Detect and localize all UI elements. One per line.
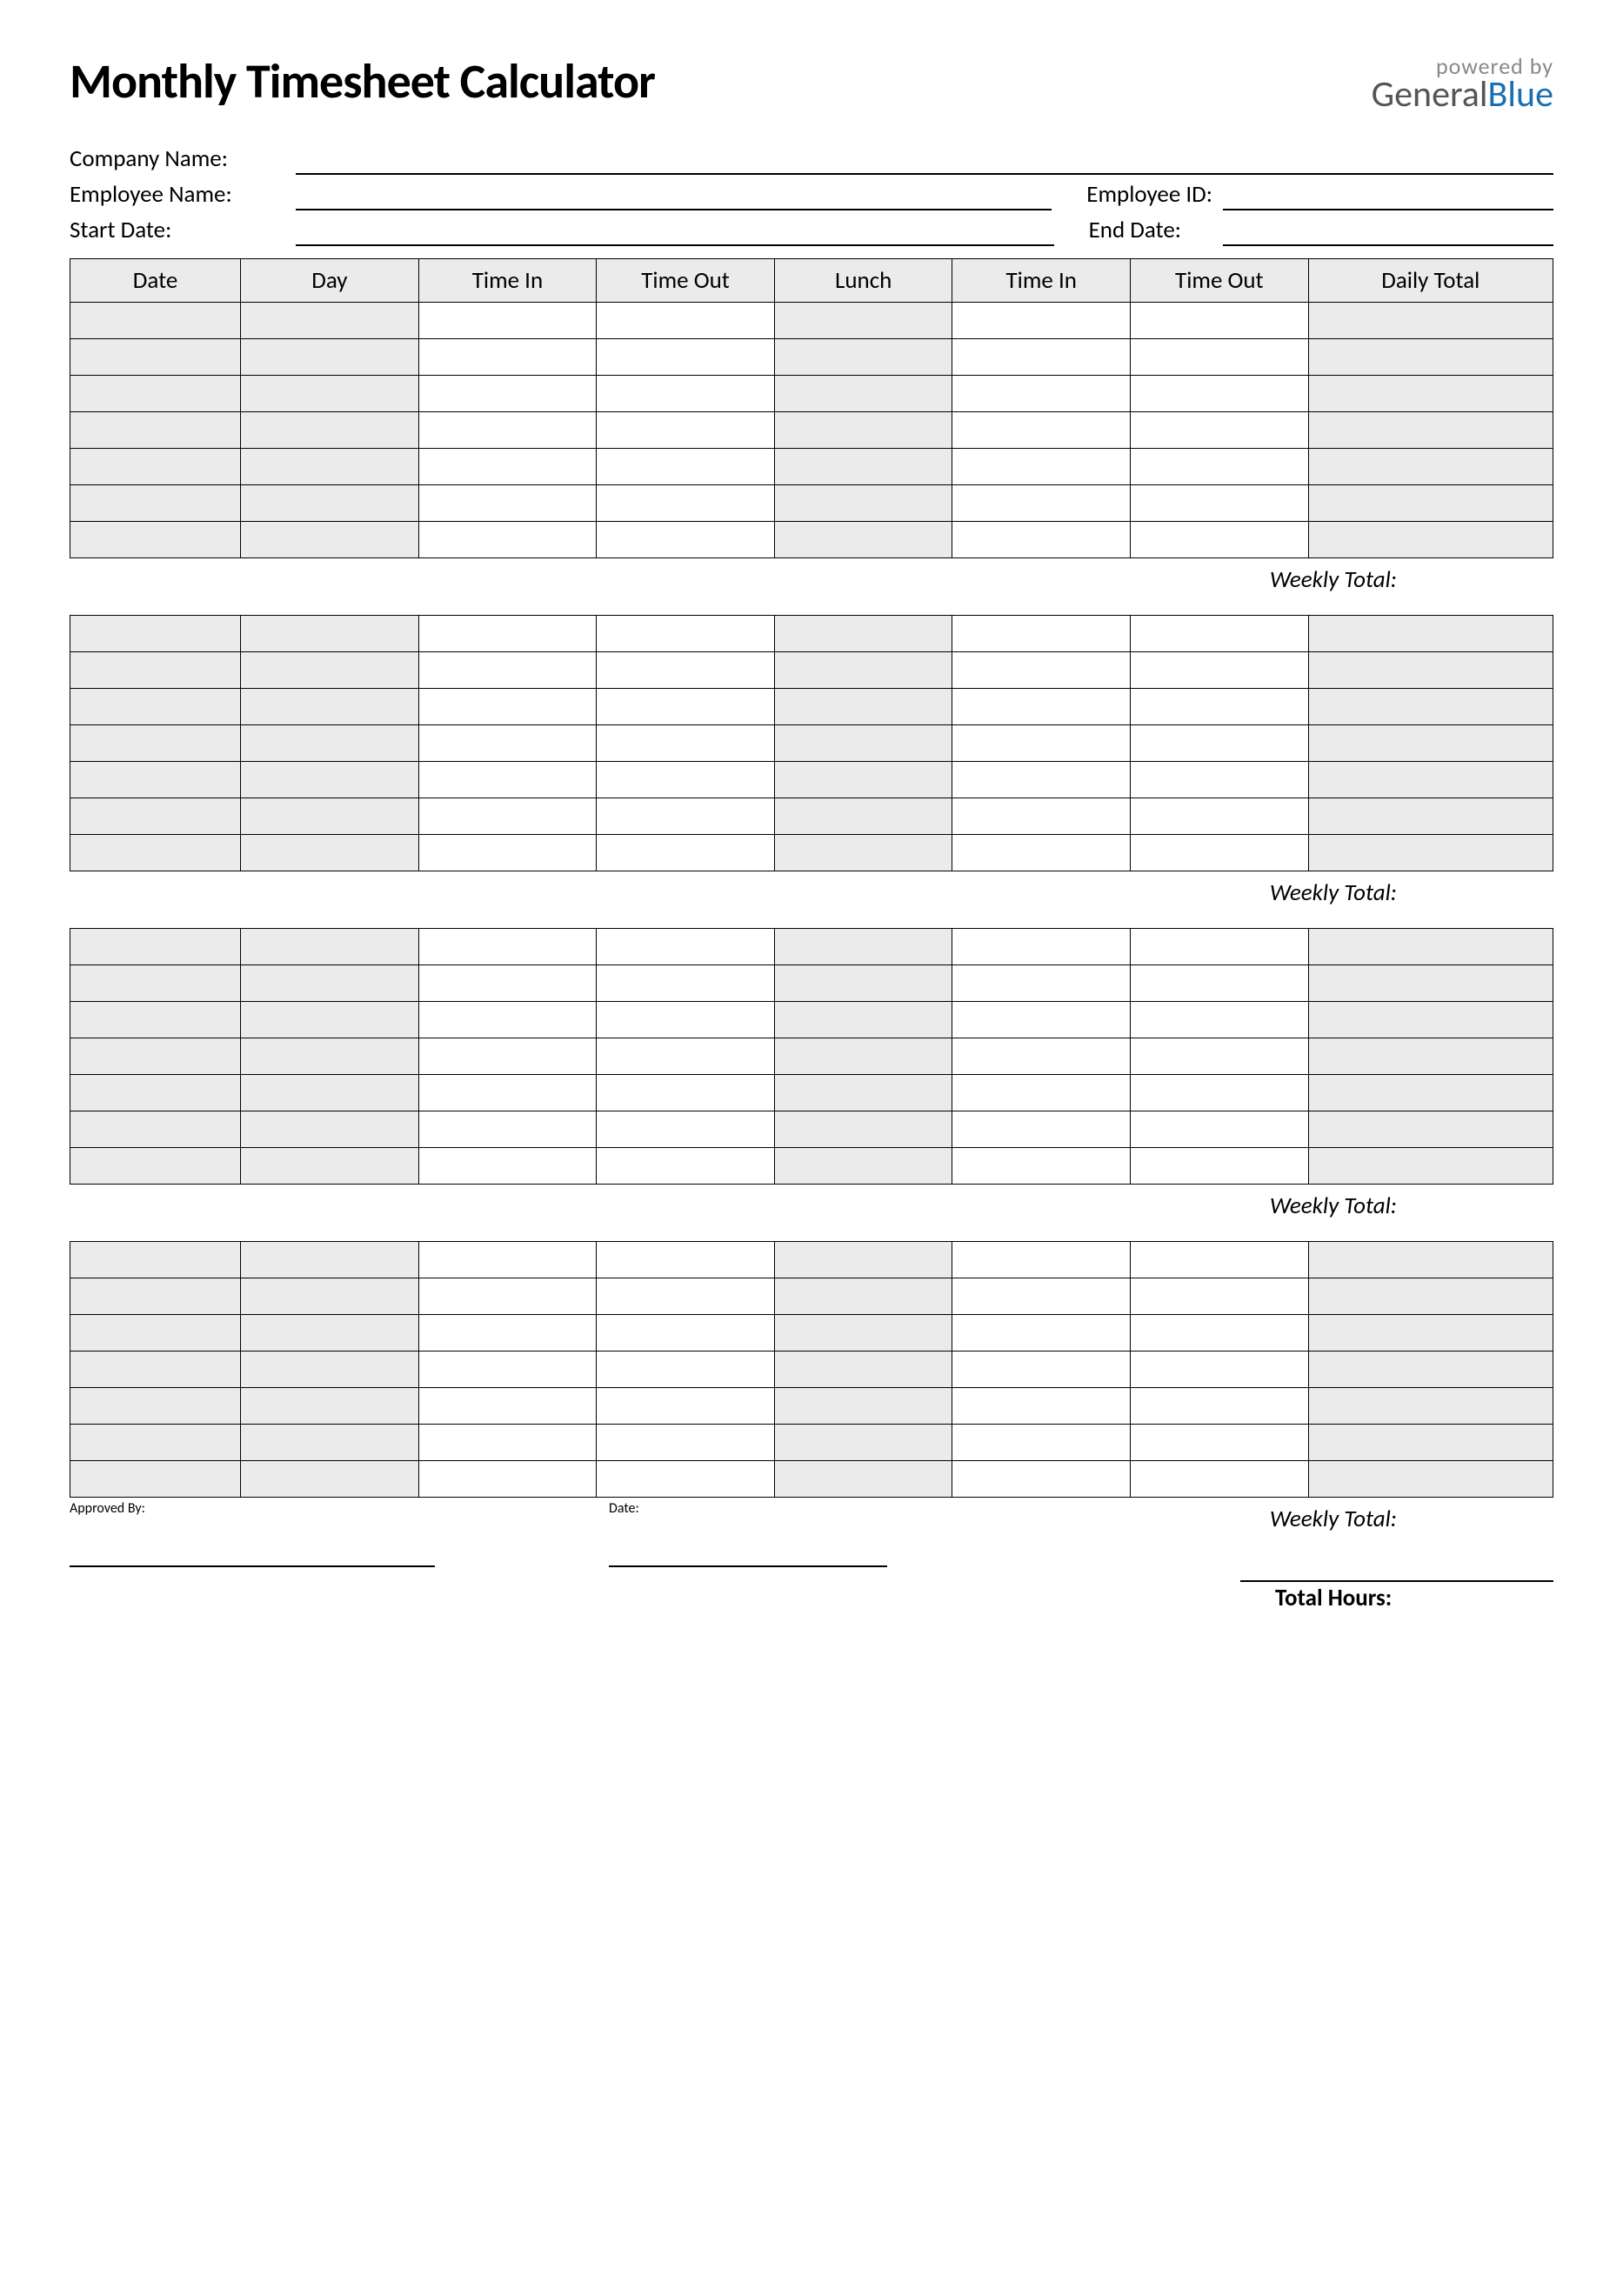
table-row[interactable]: [70, 1352, 1553, 1388]
footer-date-label: Date:: [609, 1500, 1009, 1517]
week-4-body: [70, 1242, 1553, 1498]
end-date-input[interactable]: [1223, 220, 1553, 246]
table-row[interactable]: [70, 1461, 1553, 1498]
timesheet-week-3: [70, 928, 1553, 1185]
table-row[interactable]: [70, 1075, 1553, 1111]
end-date-label: End Date:: [1089, 216, 1223, 246]
page-title: Monthly Timesheet Calculator: [70, 52, 655, 111]
col-time-in-2: Time In: [952, 259, 1131, 303]
col-lunch: Lunch: [774, 259, 952, 303]
employee-id-label: Employee ID:: [1086, 180, 1223, 210]
col-daily-total: Daily Total: [1308, 259, 1553, 303]
table-row[interactable]: [70, 1425, 1553, 1461]
col-time-in: Time In: [418, 259, 597, 303]
weekly-total-3: Weekly Total:: [1270, 1191, 1397, 1220]
weekly-total-1: Weekly Total:: [1270, 565, 1397, 594]
table-row[interactable]: [70, 616, 1553, 652]
timesheet-week-1: Date Day Time In Time Out Lunch Time In …: [70, 258, 1553, 558]
approved-by-signature-line[interactable]: [70, 1565, 435, 1567]
date-signature-line[interactable]: [609, 1565, 887, 1567]
employee-name-label: Employee Name:: [70, 180, 296, 210]
table-row[interactable]: [70, 762, 1553, 798]
table-row[interactable]: [70, 1388, 1553, 1425]
col-time-out: Time Out: [597, 259, 775, 303]
col-time-out-2: Time Out: [1131, 259, 1309, 303]
total-hours-label: Total Hours:: [1240, 1580, 1553, 1612]
table-row[interactable]: [70, 965, 1553, 1002]
table-row[interactable]: [70, 929, 1553, 965]
week-3-body: [70, 929, 1553, 1185]
table-row[interactable]: [70, 1111, 1553, 1148]
approved-by-label: Approved By:: [70, 1500, 609, 1517]
table-row[interactable]: [70, 485, 1553, 522]
brand-logo: powered by GeneralBlue: [1372, 52, 1553, 113]
table-row[interactable]: [70, 303, 1553, 339]
employee-id-input[interactable]: [1223, 184, 1553, 210]
timesheet-week-4: [70, 1241, 1553, 1498]
table-row[interactable]: [70, 1242, 1553, 1278]
col-date: Date: [70, 259, 241, 303]
employee-name-input[interactable]: [296, 184, 1052, 210]
table-row[interactable]: [70, 835, 1553, 871]
table-row[interactable]: [70, 1038, 1553, 1075]
brand-blue: Blue: [1488, 72, 1553, 117]
company-name-label: Company Name:: [70, 144, 296, 175]
table-row[interactable]: [70, 725, 1553, 762]
table-row[interactable]: [70, 1002, 1553, 1038]
table-row[interactable]: [70, 652, 1553, 689]
table-row[interactable]: [70, 1315, 1553, 1352]
table-row[interactable]: [70, 522, 1553, 558]
table-row[interactable]: [70, 798, 1553, 835]
start-date-input[interactable]: [296, 220, 1054, 246]
table-row[interactable]: [70, 689, 1553, 725]
table-row[interactable]: [70, 412, 1553, 449]
weekly-total-4: Weekly Total:: [1270, 1505, 1397, 1533]
table-row[interactable]: [70, 449, 1553, 485]
col-day: Day: [241, 259, 419, 303]
start-date-label: Start Date:: [70, 216, 296, 246]
table-row[interactable]: [70, 1148, 1553, 1185]
brand-general: General: [1372, 72, 1488, 117]
timesheet-week-2: [70, 615, 1553, 871]
week-1-body: [70, 303, 1553, 558]
table-row[interactable]: [70, 339, 1553, 376]
company-name-input[interactable]: [296, 149, 1553, 175]
table-row[interactable]: [70, 376, 1553, 412]
table-row[interactable]: [70, 1278, 1553, 1315]
weekly-total-2: Weekly Total:: [1270, 878, 1397, 907]
week-2-body: [70, 616, 1553, 871]
